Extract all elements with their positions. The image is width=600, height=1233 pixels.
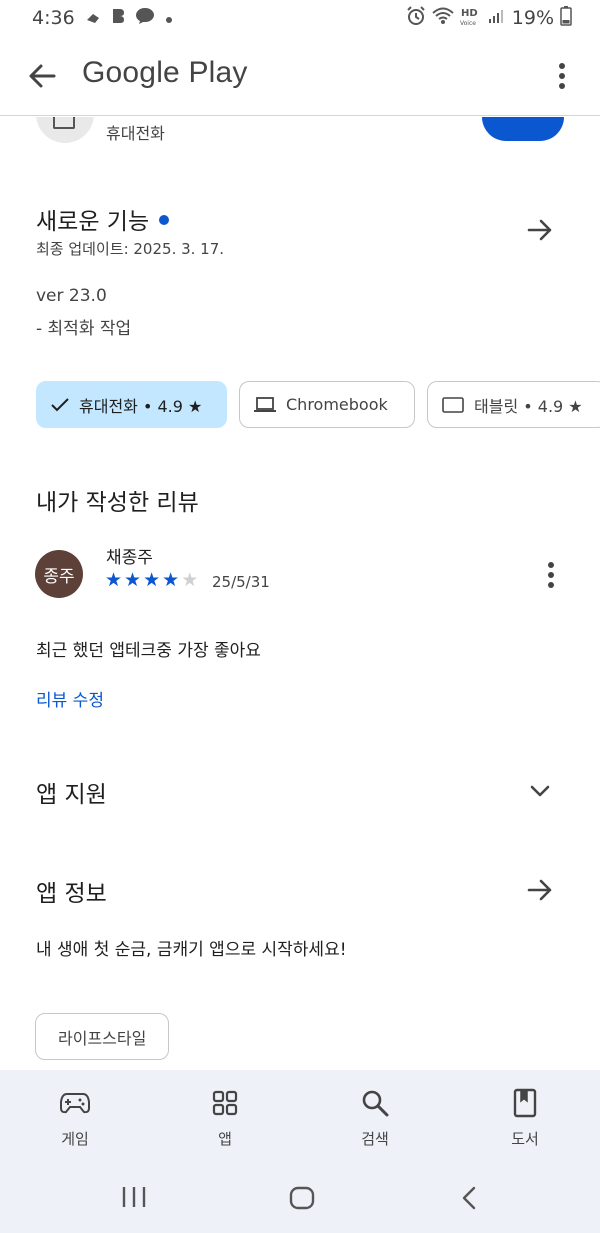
last-updated: 최종 업데이트: 2025. 3. 17. — [36, 240, 225, 258]
recent-apps-button[interactable] — [121, 1186, 147, 1208]
primary-action-button[interactable] — [482, 117, 564, 141]
chip-tablet[interactable]: 태블릿 • 4.9 ★ — [427, 381, 600, 428]
top-app-bar: Google Play — [0, 36, 600, 116]
nav-books-label: 도서 — [511, 1130, 539, 1148]
status-bar: 4:36 HD Voice 19% — [0, 0, 600, 36]
whats-new-title: 새로운 기능 — [36, 202, 170, 236]
app-bar-title: Google Play — [82, 56, 248, 89]
review-date: 25/5/31 — [212, 573, 270, 591]
signal-icon — [488, 7, 506, 29]
nav-apps-label: 앱 — [218, 1130, 232, 1148]
chip-chromebook-label: Chromebook — [286, 395, 388, 414]
recent-apps-icon — [122, 1187, 146, 1207]
star-empty-icon: ★ — [181, 569, 199, 591]
version-text: ver 23.0 — [36, 286, 107, 306]
nav-books[interactable]: 도서 — [450, 1070, 600, 1162]
chevron-left-icon — [462, 1186, 476, 1210]
review-more-button[interactable] — [544, 560, 558, 590]
scrolled-header-peek: 휴대전화 — [0, 117, 600, 157]
nav-search[interactable]: 검색 — [300, 1070, 450, 1162]
chevron-down-icon — [530, 785, 550, 797]
my-review-title: 내가 작성한 리뷰 — [36, 490, 199, 516]
status-time: 4:36 — [32, 7, 75, 29]
chip-chromebook[interactable]: Chromebook — [239, 381, 415, 428]
cloud-notification-icon — [85, 7, 101, 29]
rating-stars: ★ ★ ★ ★ ★ — [105, 570, 198, 590]
arrow-forward-icon — [527, 879, 552, 901]
device-icon — [53, 117, 75, 129]
system-navigation-bar — [0, 1162, 600, 1233]
back-button[interactable] — [24, 58, 60, 94]
svg-text:Voice: Voice — [460, 20, 476, 27]
star-filled-icon: ★ — [105, 569, 123, 591]
whats-new-arrow-button[interactable] — [524, 214, 556, 246]
star-filled-icon: ★ — [124, 569, 142, 591]
search-icon — [361, 1088, 389, 1118]
nav-search-label: 검색 — [361, 1130, 389, 1148]
nav-apps[interactable]: 앱 — [150, 1070, 300, 1162]
whats-new-section[interactable]: 새로운 기능 최종 업데이트: 2025. 3. 17. ver 23.0 - … — [0, 196, 600, 346]
app-description: 내 생애 첫 순금, 금캐기 앱으로 시작하세요! — [36, 940, 347, 960]
app-info-arrow-button[interactable] — [524, 874, 556, 906]
chip-tablet-label: 태블릿 • 4.9 ★ — [474, 396, 583, 416]
category-chip[interactable]: 라이프스타일 — [35, 1013, 170, 1060]
status-right: HD Voice 19% — [406, 0, 572, 36]
device-icon-circle — [36, 117, 94, 143]
alarm-icon — [406, 5, 426, 31]
home-button[interactable] — [289, 1186, 315, 1210]
app-support-title[interactable]: 앱 지원 — [36, 775, 107, 809]
chat-notification-icon — [135, 7, 155, 30]
star-filled-icon: ★ — [162, 569, 180, 591]
arrow-forward-icon — [527, 219, 552, 241]
gamepad-icon — [60, 1088, 90, 1118]
nav-games[interactable]: 게임 — [0, 1070, 150, 1162]
app-info-title[interactable]: 앱 정보 — [36, 874, 107, 908]
arrow-back-icon — [29, 64, 56, 88]
system-back-button[interactable] — [461, 1186, 477, 1210]
apps-grid-icon — [212, 1088, 238, 1118]
battery-percent: 19% — [511, 7, 554, 29]
chip-phone-label: 휴대전화 • 4.9 ★ — [79, 396, 203, 416]
app-support-expand-button[interactable] — [524, 775, 556, 807]
battery-icon — [560, 5, 572, 31]
more-vert-icon — [559, 63, 565, 89]
star-filled-icon: ★ — [143, 569, 161, 591]
device-filter-chips: 휴대전화 • 4.9 ★ Chromebook 태블릿 • 4.9 ★ — [36, 381, 600, 429]
home-icon — [289, 1186, 315, 1210]
reviewer-name: 채종주 — [106, 548, 153, 568]
peek-device-label: 휴대전화 — [106, 124, 165, 143]
more-vert-icon — [548, 562, 554, 588]
review-text: 최근 했던 앱테크중 가장 좋아요 — [36, 641, 261, 661]
check-icon — [51, 397, 69, 412]
whats-new-title-text: 새로운 기능 — [36, 209, 150, 235]
more-notifications-icon — [165, 7, 173, 29]
change-text: - 최적화 작업 — [36, 319, 132, 339]
new-indicator-dot — [159, 214, 170, 225]
avatar: 종주 — [35, 550, 83, 598]
hd-voice-icon: HD Voice — [460, 5, 482, 32]
wifi-icon — [432, 7, 454, 30]
b-notification-icon — [111, 7, 125, 29]
nav-games-label: 게임 — [61, 1130, 89, 1148]
svg-text:HD: HD — [461, 8, 478, 19]
laptop-icon — [254, 396, 276, 413]
book-icon — [513, 1088, 537, 1118]
status-left: 4:36 — [32, 7, 173, 30]
edit-review-link[interactable]: 리뷰 수정 — [36, 686, 104, 711]
tablet-icon — [442, 396, 464, 413]
more-options-button[interactable] — [550, 58, 574, 94]
bottom-navigation: 게임 앱 검색 도서 — [0, 1070, 600, 1162]
chip-phone[interactable]: 휴대전화 • 4.9 ★ — [36, 381, 227, 428]
